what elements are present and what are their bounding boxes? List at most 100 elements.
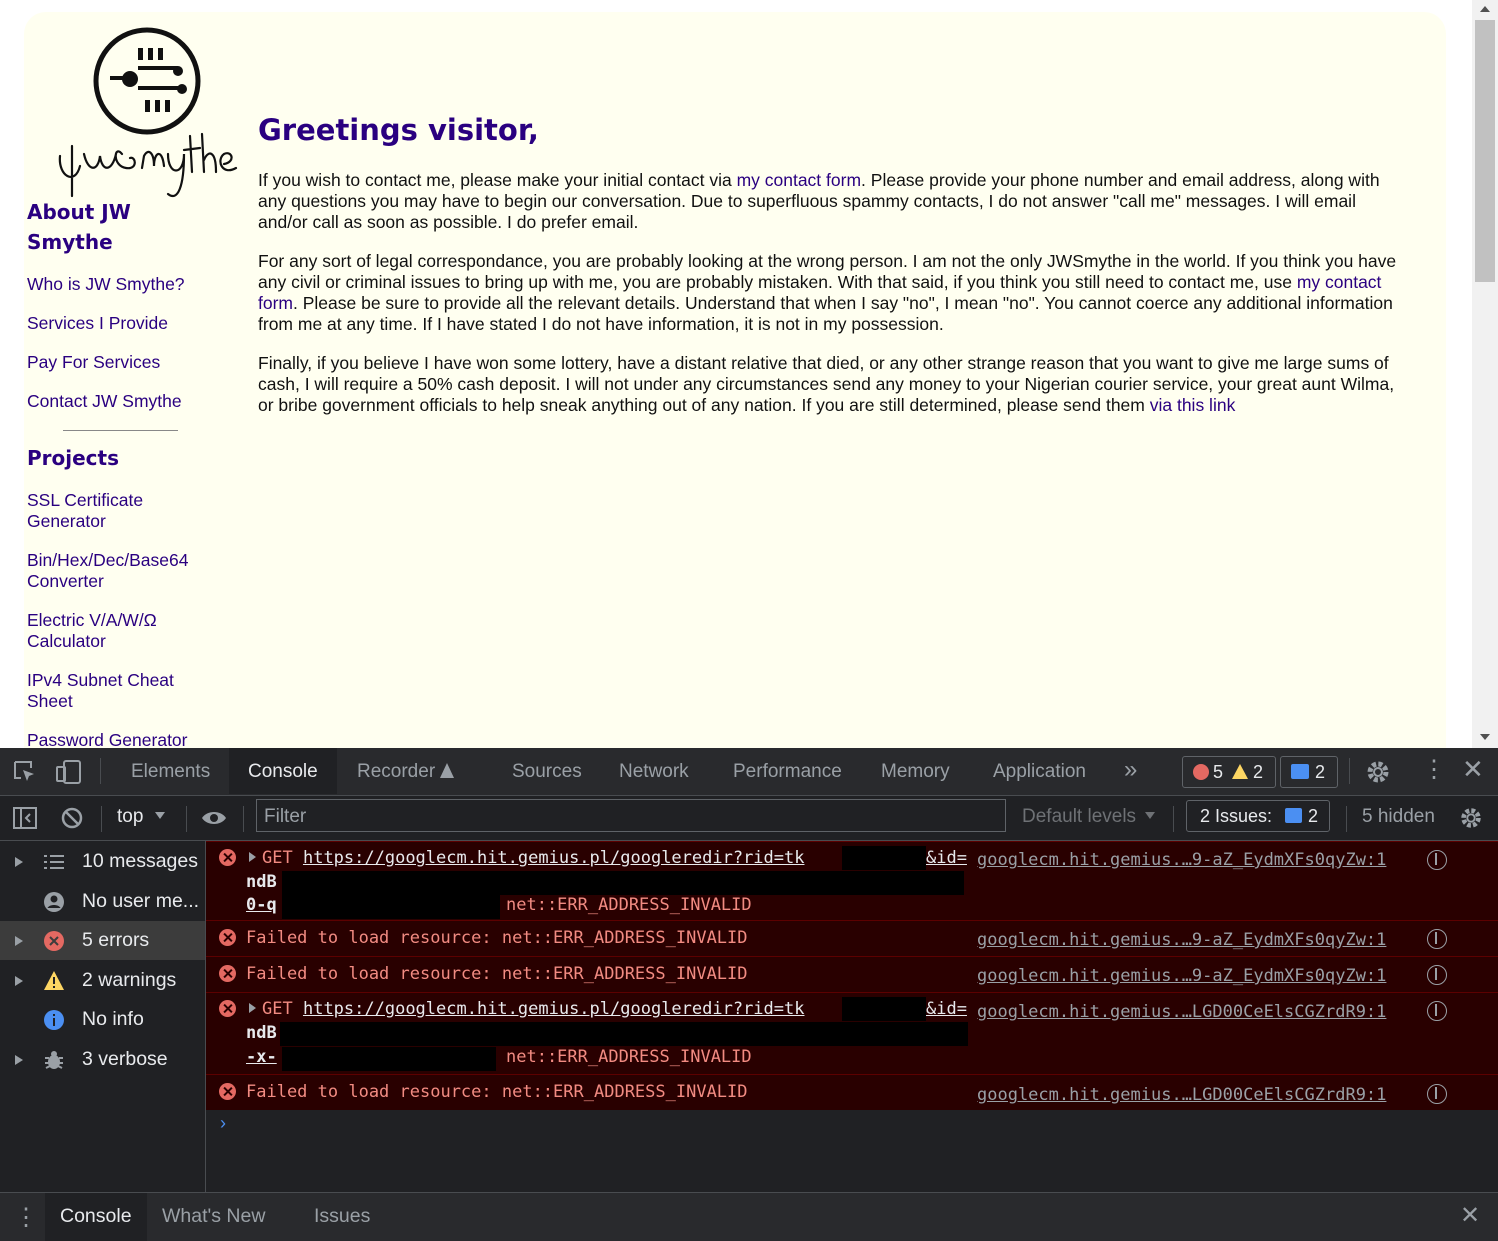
url-continuation: ndB xyxy=(246,872,277,892)
via-this-link[interactable]: via this link xyxy=(1150,395,1236,415)
tab-elements[interactable]: Elements xyxy=(112,748,229,794)
network-request-icon[interactable] xyxy=(1427,929,1447,949)
chevron-down-icon xyxy=(1145,812,1156,819)
sidebar-link-who[interactable]: Who is JW Smythe? xyxy=(27,274,212,295)
http-method: GET xyxy=(262,999,293,1019)
page-scrollbar[interactable] xyxy=(1472,0,1498,748)
console-error-message[interactable]: GET https://googlecm.hit.gemius.pl/googl… xyxy=(206,841,1498,920)
source-link[interactable]: googlecm.hit.gemius.…9-aZ_EydmXFs0qyZw:1 xyxy=(977,850,1417,870)
console-prompt-chevron-icon[interactable]: › xyxy=(220,1113,226,1134)
tab-memory[interactable]: Memory xyxy=(862,748,969,794)
site-logo[interactable] xyxy=(50,26,240,202)
expand-arrow-icon xyxy=(15,976,23,986)
redaction-bar xyxy=(280,1022,968,1046)
paragraph-contact: If you wish to contact me, please make y… xyxy=(258,170,1408,233)
network-request-icon[interactable] xyxy=(1427,850,1447,870)
scroll-down-icon[interactable] xyxy=(1480,734,1490,740)
sidebar-link-converter[interactable]: Bin/Hex/Dec/Base64 Converter xyxy=(27,550,202,592)
tab-application[interactable]: Application xyxy=(974,748,1105,794)
live-expression-eye-icon[interactable] xyxy=(200,808,228,828)
console-error-message[interactable]: Failed to load resource: net::ERR_ADDRES… xyxy=(206,1074,1498,1110)
contact-form-link[interactable]: my contact form xyxy=(737,170,861,190)
close-devtools-icon[interactable]: ✕ xyxy=(1462,754,1484,785)
sidebar-item-user-messages[interactable]: No user me... xyxy=(0,882,205,921)
context-selector[interactable]: top xyxy=(117,806,165,828)
source-link[interactable]: googlecm.hit.gemius.…LGD00CeElsCGZrdR9:1 xyxy=(977,1085,1417,1105)
sidebar-link-pay[interactable]: Pay For Services xyxy=(27,352,212,373)
console-error-message[interactable]: GET https://googlecm.hit.gemius.pl/googl… xyxy=(206,992,1498,1074)
sidebar-link-contact[interactable]: Contact JW Smythe xyxy=(27,391,212,412)
drawer-tab-console[interactable]: Console xyxy=(45,1193,147,1241)
source-link[interactable]: googlecm.hit.gemius.…9-aZ_EydmXFs0qyZw:1 xyxy=(977,966,1417,986)
devtools-drawer-tabbar: ⋮ Console What's New Issues ✕ xyxy=(0,1192,1498,1241)
redaction-bar xyxy=(842,997,926,1021)
sidebar-item-messages[interactable]: 10 messages xyxy=(0,842,205,881)
expand-arrow-icon[interactable] xyxy=(249,1003,256,1013)
console-messages: GET https://googlecm.hit.gemius.pl/googl… xyxy=(206,841,1498,1192)
url-continuation: -x- xyxy=(246,1047,277,1067)
tab-recorder[interactable]: Recorder xyxy=(338,748,473,794)
error-warning-badge[interactable]: 5 2 xyxy=(1182,756,1276,788)
sidebar-item-label: No user me... xyxy=(82,890,200,912)
request-url[interactable]: https://googlecm.hit.gemius.pl/googlered… xyxy=(303,848,805,868)
device-toolbar-icon[interactable] xyxy=(55,758,83,786)
expand-arrow-icon[interactable] xyxy=(249,852,256,862)
sidebar-item-verbose[interactable]: 3 verbose xyxy=(0,1040,205,1079)
devtools-tabbar: Elements Console Recorder Sources Networ… xyxy=(0,748,1498,796)
settings-gear-icon[interactable] xyxy=(1364,758,1392,786)
default-levels-dropdown[interactable]: Default levels xyxy=(1022,806,1156,828)
network-request-icon[interactable] xyxy=(1427,1084,1447,1104)
redaction-bar xyxy=(282,1047,496,1071)
clear-console-icon[interactable] xyxy=(60,806,84,830)
more-tabs-icon[interactable]: » xyxy=(1124,756,1137,784)
source-link[interactable]: googlecm.hit.gemius.…9-aZ_EydmXFs0qyZw:1 xyxy=(977,930,1417,950)
sidebar-link-password[interactable]: Password Generator xyxy=(27,730,212,748)
separator xyxy=(101,806,102,832)
console-error-message[interactable]: Failed to load resource: net::ERR_ADDRES… xyxy=(206,956,1498,992)
sidebar-link-services[interactable]: Services I Provide xyxy=(27,313,212,334)
sidebar-item-info[interactable]: No info xyxy=(0,1000,205,1039)
close-drawer-icon[interactable]: ✕ xyxy=(1460,1201,1480,1230)
scroll-up-icon[interactable] xyxy=(1480,6,1490,12)
drawer-tab-whats-new[interactable]: What's New xyxy=(147,1193,280,1241)
error-icon xyxy=(219,965,236,982)
drawer-menu-icon[interactable]: ⋮ xyxy=(14,1203,38,1232)
console-settings-gear-icon[interactable] xyxy=(1458,805,1484,831)
separator xyxy=(1349,758,1350,784)
p1-text-a: If you wish to contact me, please make y… xyxy=(258,170,737,190)
separator xyxy=(100,758,101,784)
issues-count: 2 xyxy=(1308,806,1319,826)
inspect-element-icon[interactable] xyxy=(12,759,38,785)
request-url[interactable]: https://googlecm.hit.gemius.pl/googlered… xyxy=(303,999,805,1019)
sidebar-item-errors[interactable]: 5 errors xyxy=(0,921,205,960)
hidden-count: 5 hidden xyxy=(1362,806,1435,827)
error-text: net::ERR_ADDRESS_INVALID xyxy=(506,1047,752,1067)
tab-performance[interactable]: Performance xyxy=(714,748,861,794)
sidebar-toggle-icon[interactable] xyxy=(12,806,38,830)
tab-network[interactable]: Network xyxy=(600,748,708,794)
warning-badge-icon xyxy=(1232,764,1248,779)
console-sidebar: 10 messages No user me... 5 errors 2 war… xyxy=(0,841,206,1192)
network-request-icon[interactable] xyxy=(1427,965,1447,985)
sidebar-item-warnings[interactable]: 2 warnings xyxy=(0,961,205,1000)
network-request-icon[interactable] xyxy=(1427,1001,1447,1021)
sidebar-item-label: 5 errors xyxy=(82,929,150,951)
devtools-panel: Elements Console Recorder Sources Networ… xyxy=(0,748,1498,1241)
url-id-param: &id= xyxy=(926,999,967,1019)
scrollbar-thumb[interactable] xyxy=(1475,20,1495,282)
console-error-message[interactable]: Failed to load resource: net::ERR_ADDRES… xyxy=(206,920,1498,956)
sidebar-link-electric[interactable]: Electric V/A/W/Ω Calculator xyxy=(27,610,177,652)
issues-button[interactable]: 2 Issues: 2 xyxy=(1186,800,1330,832)
filter-input[interactable]: Filter xyxy=(256,799,1006,832)
error-text: net::ERR_ADDRESS_INVALID xyxy=(506,895,752,915)
sidebar-link-ipv4[interactable]: IPv4 Subnet Cheat Sheet xyxy=(27,670,187,712)
messages-badge[interactable]: 2 xyxy=(1280,756,1338,788)
kebab-menu-icon[interactable]: ⋮ xyxy=(1422,756,1446,784)
source-link[interactable]: googlecm.hit.gemius.…LGD00CeElsCGZrdR9:1 xyxy=(977,1002,1417,1022)
p2-text-a: For any sort of legal correspondance, yo… xyxy=(258,251,1397,292)
warning-icon xyxy=(44,971,64,990)
tab-console[interactable]: Console xyxy=(229,748,337,794)
sidebar-link-ssl[interactable]: SSL Certificate Generator xyxy=(27,490,167,532)
drawer-tab-issues[interactable]: Issues xyxy=(299,1193,385,1241)
tab-sources[interactable]: Sources xyxy=(493,748,601,794)
